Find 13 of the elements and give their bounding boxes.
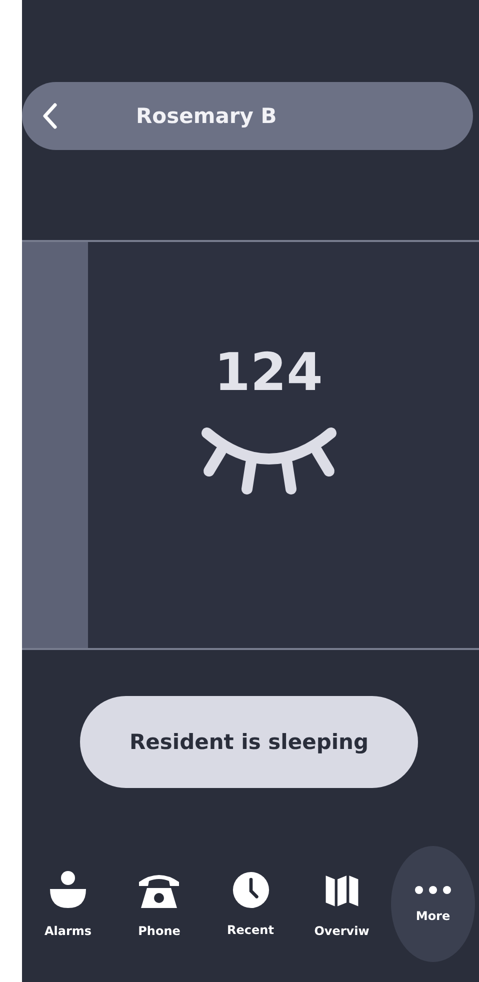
nav-item[interactable]: Recent (208, 846, 292, 962)
nav-item[interactable]: More (391, 846, 475, 962)
nav-item[interactable]: Overviw (300, 846, 384, 962)
room-number: 124 (214, 347, 323, 399)
closed-eye-icon (198, 425, 338, 497)
nav-item[interactable]: Alarms (26, 846, 110, 962)
person-icon (48, 870, 88, 910)
more-icon (413, 885, 453, 895)
clock-icon (232, 871, 270, 909)
status-message: Resident is sleeping (80, 696, 418, 788)
nav-item[interactable]: Phone (117, 846, 202, 962)
back-icon[interactable] (42, 103, 58, 129)
resident-name: Rosemary B (136, 104, 277, 128)
